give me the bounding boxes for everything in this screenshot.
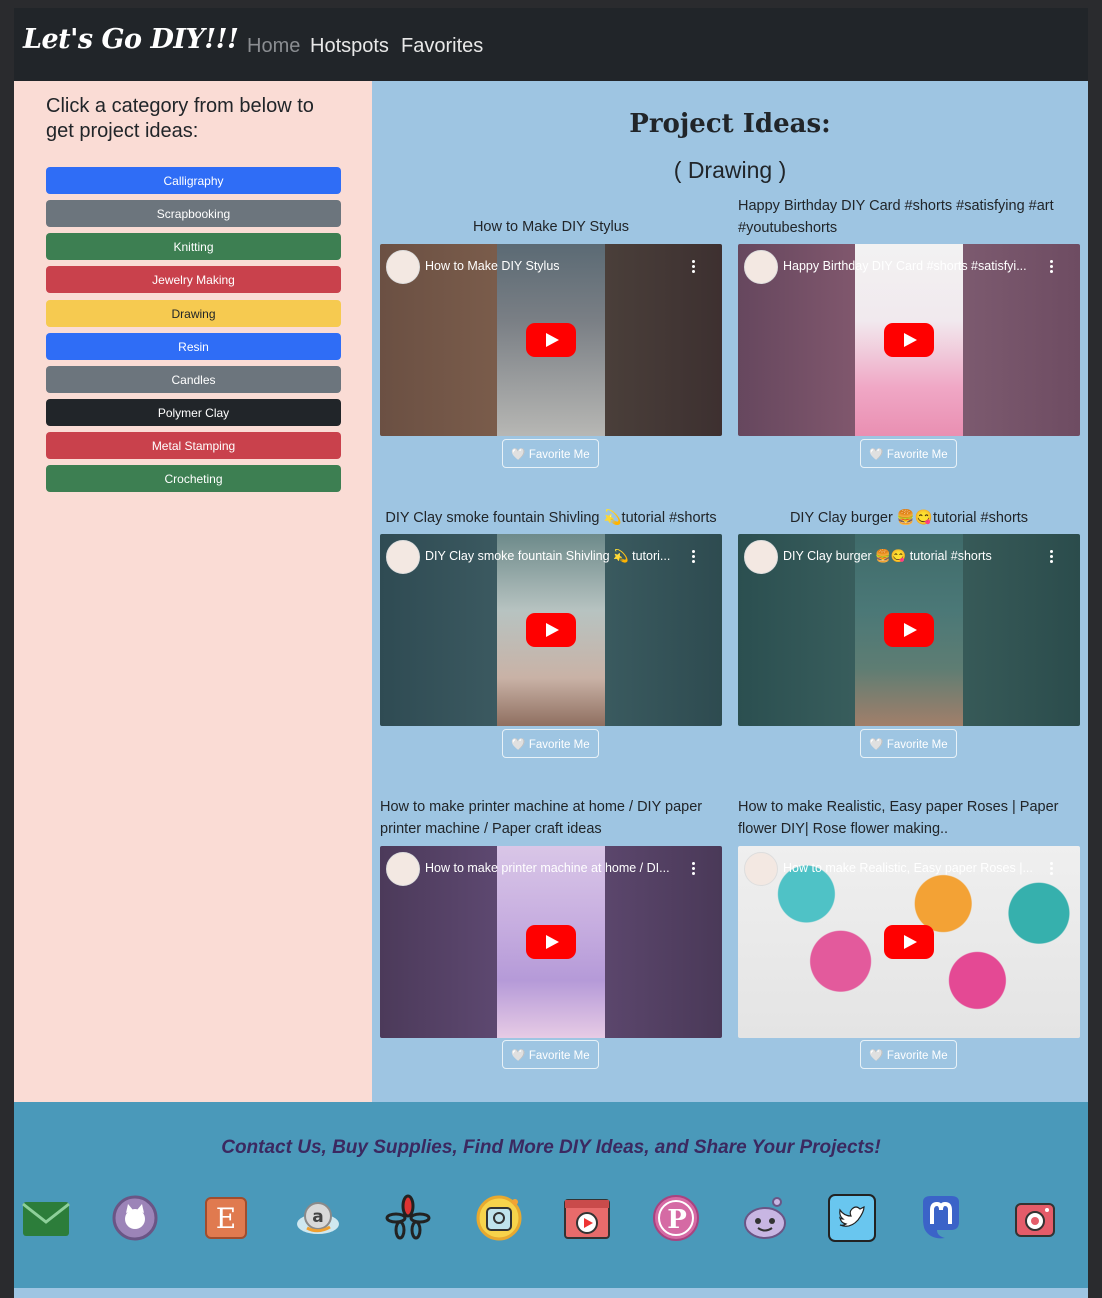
- etsy-icon[interactable]: E: [202, 1194, 250, 1242]
- video-title-overlay[interactable]: How to make Realistic, Easy paper Roses …: [783, 861, 1048, 875]
- project-ideas-panel: Project Ideas: ( Drawing ) How to Make D…: [372, 81, 1088, 1102]
- more-options-icon[interactable]: [692, 550, 695, 563]
- category-button-calligraphy[interactable]: Calligraphy: [46, 167, 341, 194]
- pinterest-icon[interactable]: P: [652, 1194, 700, 1242]
- nav-link-hotspots[interactable]: Hotspots: [310, 35, 389, 58]
- video-player[interactable]: Happy Birthday DIY Card #shorts #satisfy…: [738, 244, 1080, 436]
- play-icon[interactable]: [526, 613, 576, 647]
- channel-avatar[interactable]: [386, 852, 420, 886]
- video-player[interactable]: How to make printer machine at home / DI…: [380, 846, 722, 1038]
- video-player[interactable]: How to Make DIY Stylus: [380, 244, 722, 436]
- category-button-knitting[interactable]: Knitting: [46, 233, 341, 260]
- video-player[interactable]: DIY Clay burger 🍔😋 tutorial #shorts: [738, 534, 1080, 726]
- selected-category-heading: ( Drawing ): [673, 157, 787, 183]
- yelp-icon[interactable]: [384, 1194, 432, 1242]
- channel-avatar[interactable]: [386, 540, 420, 574]
- amazon-icon[interactable]: a: [294, 1194, 342, 1242]
- video-card-title: How to Make DIY Stylus: [472, 219, 630, 235]
- video-title-overlay[interactable]: How to make printer machine at home / DI…: [425, 861, 690, 875]
- channel-avatar[interactable]: [744, 852, 778, 886]
- more-options-icon[interactable]: [1050, 862, 1053, 875]
- brand-logo[interactable]: Let's Go DIY!!!: [23, 24, 239, 55]
- more-options-icon[interactable]: [692, 260, 695, 273]
- app-frame: Let's Go DIY!!! Home Hotspots Favorites …: [14, 8, 1088, 1298]
- nav-link-home[interactable]: Home: [247, 35, 300, 58]
- video-card-title: DIY Clay burger 🍔😋tutorial #shorts: [789, 510, 1029, 526]
- favorite-button[interactable]: 🤍 Favorite Me: [502, 1040, 599, 1069]
- nav-link-favorites[interactable]: Favorites: [401, 35, 483, 58]
- svg-text:a: a: [312, 1207, 323, 1227]
- play-icon[interactable]: [526, 323, 576, 357]
- favorite-button[interactable]: 🤍 Favorite Me: [860, 1040, 957, 1069]
- video-title-overlay[interactable]: Happy Birthday DIY Card #shorts #satisfy…: [783, 259, 1048, 273]
- reddit-icon[interactable]: [741, 1194, 789, 1242]
- play-icon[interactable]: [884, 925, 934, 959]
- sidebar-title: Click a category from below to get proje…: [46, 95, 314, 142]
- video-card-title: DIY Clay smoke fountain Shivling 💫tutori…: [385, 510, 717, 526]
- favorite-button[interactable]: 🤍 Favorite Me: [860, 729, 957, 758]
- github-icon[interactable]: [111, 1194, 159, 1242]
- youtube-icon[interactable]: [563, 1194, 611, 1242]
- play-icon[interactable]: [884, 323, 934, 357]
- category-button-jewelry-making[interactable]: Jewelry Making: [46, 266, 341, 293]
- video-card-title: Happy Birthday DIY Card #shorts #satisfy…: [738, 198, 1054, 236]
- category-button-crocheting[interactable]: Crocheting: [46, 465, 341, 492]
- category-sidebar: Click a category from below to get proje…: [14, 81, 372, 1102]
- twitter-icon[interactable]: [828, 1194, 876, 1242]
- svg-text:P: P: [667, 1205, 687, 1235]
- footer-tagline: Contact Us, Buy Supplies, Find More DIY …: [221, 1137, 881, 1158]
- more-options-icon[interactable]: [1050, 260, 1053, 273]
- video-card-title: How to make printer machine at home / DI…: [380, 799, 703, 837]
- video-title-overlay[interactable]: How to Make DIY Stylus: [425, 259, 690, 273]
- instagram-icon[interactable]: [1012, 1194, 1060, 1242]
- category-button-drawing[interactable]: Drawing: [46, 300, 341, 327]
- navbar: Let's Go DIY!!! Home Hotspots Favorites: [14, 8, 1088, 81]
- video-card-title: How to make Realistic, Easy paper Roses …: [738, 799, 1059, 837]
- category-button-polymer-clay[interactable]: Polymer Clay: [46, 399, 341, 426]
- video-title-overlay[interactable]: DIY Clay burger 🍔😋 tutorial #shorts: [783, 549, 1048, 564]
- favorite-button[interactable]: 🤍 Favorite Me: [502, 439, 599, 468]
- channel-avatar[interactable]: [744, 250, 778, 284]
- channel-avatar[interactable]: [744, 540, 778, 574]
- favorite-button[interactable]: 🤍 Favorite Me: [860, 439, 957, 468]
- page-title: Project Ideas:: [629, 109, 831, 139]
- more-options-icon[interactable]: [1050, 550, 1053, 563]
- video-player[interactable]: DIY Clay smoke fountain Shivling 💫 tutor…: [380, 534, 722, 726]
- email-icon[interactable]: [22, 1194, 70, 1242]
- category-button-scrapbooking[interactable]: Scrapbooking: [46, 200, 341, 227]
- play-icon[interactable]: [884, 613, 934, 647]
- footer: Contact Us, Buy Supplies, Find More DIY …: [14, 1102, 1088, 1288]
- favorite-button[interactable]: 🤍 Favorite Me: [502, 729, 599, 758]
- category-button-metal-stamping[interactable]: Metal Stamping: [46, 432, 341, 459]
- mastodon-icon[interactable]: [917, 1194, 965, 1242]
- more-options-icon[interactable]: [692, 862, 695, 875]
- video-player[interactable]: How to make Realistic, Easy paper Roses …: [738, 846, 1080, 1038]
- video-title-overlay[interactable]: DIY Clay smoke fountain Shivling 💫 tutor…: [425, 549, 690, 564]
- play-icon[interactable]: [526, 925, 576, 959]
- category-button-resin[interactable]: Resin: [46, 333, 341, 360]
- svg-text:E: E: [216, 1202, 236, 1235]
- channel-avatar[interactable]: [386, 250, 420, 284]
- category-button-candles[interactable]: Candles: [46, 366, 341, 393]
- footer-bottom-strip: [14, 1288, 1088, 1298]
- pinterest-alt-icon[interactable]: [475, 1194, 523, 1242]
